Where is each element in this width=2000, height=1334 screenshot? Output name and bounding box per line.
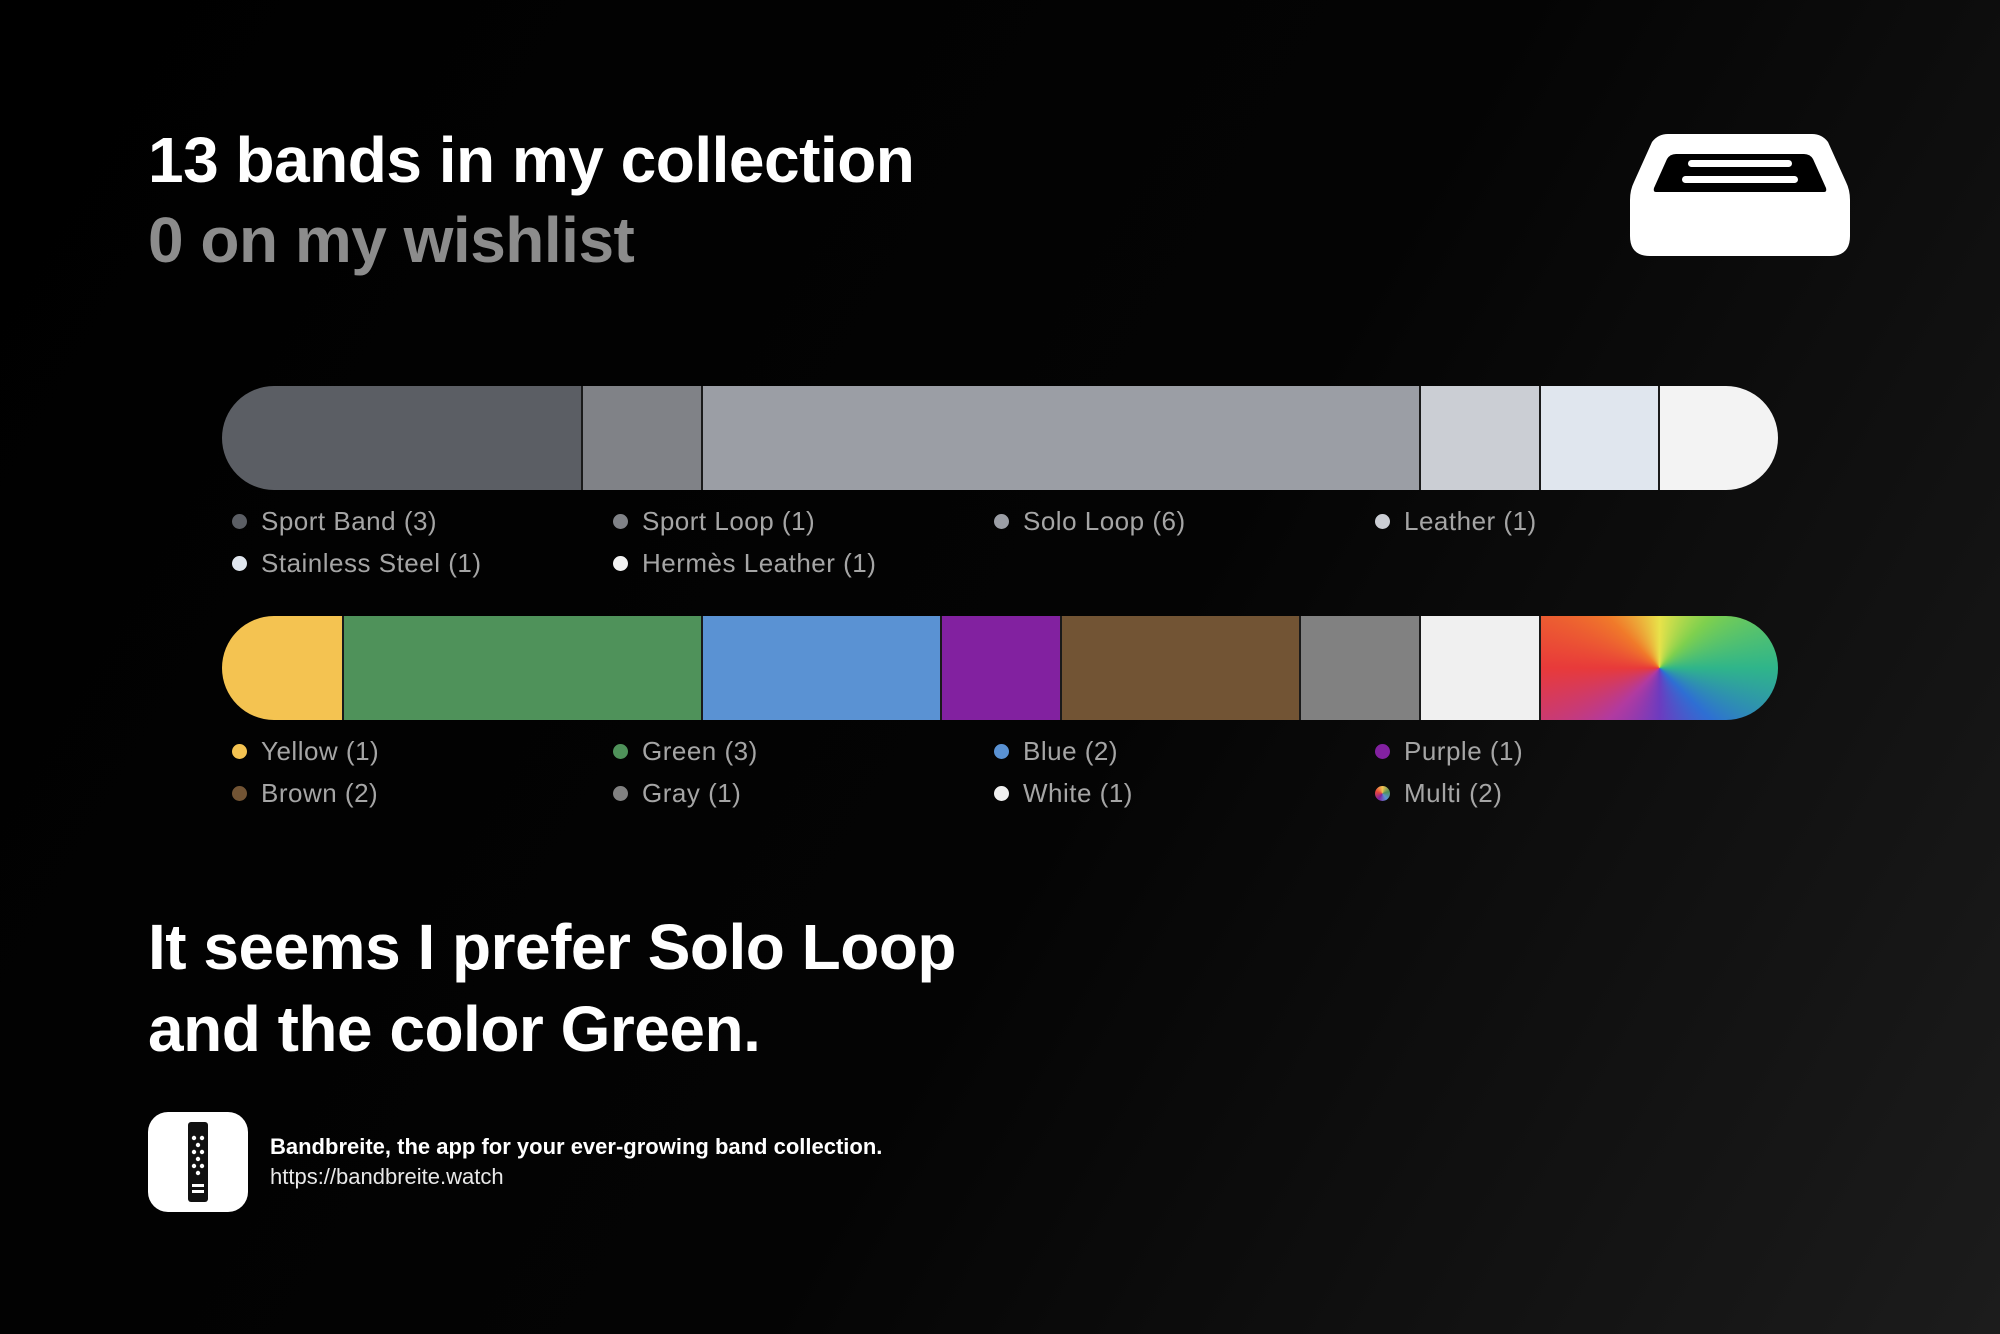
legend-swatch-multi [1375, 785, 1390, 801]
band-type-stacked-bar [222, 386, 1778, 490]
band-color-legend: Yellow (1) Green (3) Blue (2) Purple (1) Bro… [232, 736, 1772, 808]
bar-segment-hermes-leather [1658, 386, 1778, 490]
legend-swatch-brown [232, 785, 247, 801]
legend-item-sport-loop: Sport Loop (1) [613, 506, 994, 536]
bar-segment-blue [700, 616, 941, 720]
legend-label-hermes-leather: Hermès Leather (1) [642, 548, 877, 578]
legend-swatch-hermes-leather [613, 555, 628, 571]
legend-label-yellow: Yellow (1) [261, 736, 380, 766]
legend-label-brown: Brown (2) [261, 778, 379, 808]
legend-swatch-sport-band [232, 513, 247, 529]
legend-label-sport-band: Sport Band (3) [261, 506, 438, 536]
wishlist-count-subtitle: 0 on my wishlist [148, 204, 635, 276]
tray-icon [1628, 130, 1852, 262]
legend-swatch-solo-loop [994, 513, 1009, 529]
legend-item-purple: Purple (1) [1375, 736, 1756, 766]
legend-item-leather: Leather (1) [1375, 506, 1756, 536]
legend-item-hermes-leather: Hermès Leather (1) [613, 548, 994, 578]
bar-segment-yellow [222, 616, 342, 720]
band-type-legend: Sport Band (3) Sport Loop (1) Solo Loop (6… [232, 506, 1772, 578]
legend-item-blue: Blue (2) [994, 736, 1375, 766]
bar-segment-sport-band [222, 386, 582, 490]
legend-swatch-gray [613, 785, 628, 801]
legend-swatch-leather [1375, 513, 1390, 529]
app-url-link[interactable]: https://bandbreite.watch [270, 1162, 882, 1192]
legend-label-purple: Purple (1) [1404, 736, 1524, 766]
legend-label-stainless-steel: Stainless Steel (1) [261, 548, 482, 578]
legend-item-white: White (1) [994, 778, 1375, 808]
legend-swatch-yellow [232, 743, 247, 759]
legend-item-brown: Brown (2) [232, 778, 613, 808]
bar-segment-solo-loop [700, 386, 1419, 490]
band-color-stacked-bar [222, 616, 1778, 720]
legend-item-green: Green (3) [613, 736, 994, 766]
legend-item-yellow: Yellow (1) [232, 736, 613, 766]
legend-swatch-purple [1375, 743, 1390, 759]
legend-label-gray: Gray (1) [642, 778, 742, 808]
legend-swatch-green [613, 743, 628, 759]
bar-segment-sport-loop [581, 386, 701, 490]
legend-item-multi: Multi (2) [1375, 778, 1756, 808]
legend-label-solo-loop: Solo Loop (6) [1023, 506, 1186, 536]
legend-label-white: White (1) [1023, 778, 1133, 808]
conclusion-line-1: It seems I prefer Solo Loop [148, 911, 957, 983]
legend-swatch-blue [994, 743, 1009, 759]
bar-segment-white [1418, 616, 1539, 720]
bar-segment-green [341, 616, 701, 720]
bar-segment-brown [1059, 616, 1300, 720]
legend-label-blue: Blue (2) [1023, 736, 1119, 766]
legend-item-gray: Gray (1) [613, 778, 994, 808]
bar-segment-leather [1418, 386, 1539, 490]
legend-item-solo-loop: Solo Loop (6) [994, 506, 1375, 536]
collection-count-title: 13 bands in my collection [148, 124, 915, 196]
legend-label-sport-loop: Sport Loop (1) [642, 506, 816, 536]
footer: Bandbreite, the app for your ever-growin… [270, 1132, 882, 1192]
legend-swatch-stainless-steel [232, 555, 247, 571]
preference-conclusion: It seems I prefer Solo Loop and the colo… [148, 906, 957, 1070]
legend-label-leather: Leather (1) [1404, 506, 1537, 536]
legend-item-sport-band: Sport Band (3) [232, 506, 613, 536]
watch-band-icon [148, 1112, 248, 1212]
bar-segment-purple [940, 616, 1060, 720]
legend-label-multi: Multi (2) [1404, 778, 1503, 808]
app-tagline: Bandbreite, the app for your ever-growin… [270, 1134, 883, 1159]
legend-swatch-white [994, 785, 1009, 801]
legend-swatch-sport-loop [613, 513, 628, 529]
bar-segment-gray [1299, 616, 1419, 720]
bar-segment-multi [1538, 616, 1778, 720]
header: 13 bands in my collection 0 on my wishli… [148, 120, 915, 280]
bar-segment-stainless-steel [1538, 386, 1659, 490]
conclusion-line-2: and the color Green. [148, 993, 761, 1065]
legend-label-green: Green (3) [642, 736, 758, 766]
legend-item-stainless-steel: Stainless Steel (1) [232, 548, 613, 578]
